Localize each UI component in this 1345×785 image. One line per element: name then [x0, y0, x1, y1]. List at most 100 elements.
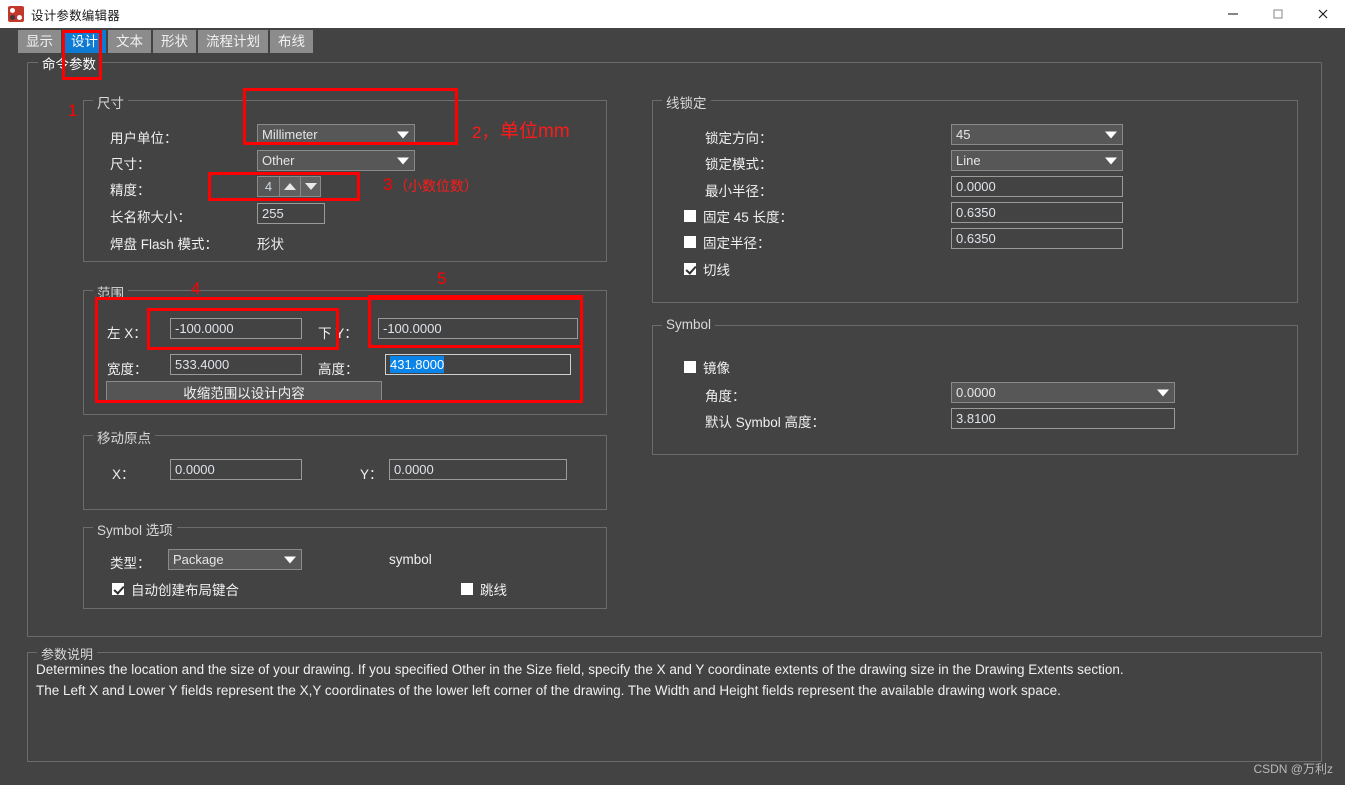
default-symbol-height-label: 默认 Symbol 高度：	[705, 415, 826, 430]
lock-mode-select[interactable]: Line	[951, 150, 1123, 171]
lower-y-label: 下 Y：	[318, 326, 358, 341]
tab-shape[interactable]: 形状	[153, 30, 196, 53]
tab-display[interactable]: 显示	[18, 30, 61, 53]
angle-select[interactable]: 0.0000	[951, 382, 1175, 403]
origin-y-input[interactable]: 0.0000	[389, 459, 567, 480]
pad-flash-mode-value: 形状	[257, 237, 284, 252]
checkbox-unchecked-icon	[461, 583, 473, 595]
size-select[interactable]: Other	[257, 150, 415, 171]
fixed-45-length-checkbox[interactable]: 固定 45 长度：	[684, 206, 793, 226]
symbol-options-legend: Symbol 选项	[93, 519, 177, 539]
size-group-legend: 尺寸	[93, 92, 128, 112]
description-line-2: The Left X and Lower Y fields represent …	[36, 683, 1061, 698]
maximize-button[interactable]	[1255, 0, 1300, 28]
angle-value: 0.0000	[956, 385, 996, 400]
size-label: 尺寸：	[110, 157, 151, 172]
line-lock-legend: 线锁定	[662, 92, 711, 112]
symbol-type-value: Package	[173, 552, 224, 567]
chevron-down-icon	[284, 556, 296, 563]
origin-x-label: X：	[112, 467, 135, 482]
title-bar: 设计参数编辑器	[0, 0, 1345, 28]
chevron-down-icon	[1157, 389, 1169, 396]
lock-direction-label: 锁定方向：	[705, 131, 773, 146]
user-unit-label: 用户单位：	[110, 131, 178, 146]
annotation-number-1: 1	[68, 101, 78, 120]
mirror-checkbox[interactable]: 镜像	[684, 357, 730, 377]
lock-mode-label: 锁定模式：	[705, 157, 773, 172]
annotation-text-2: 单位mm	[500, 121, 570, 142]
jumper-checkbox[interactable]: 跳线	[461, 579, 507, 599]
tab-flow-plan[interactable]: 流程计划	[198, 30, 268, 53]
accuracy-increase-button[interactable]	[279, 176, 300, 197]
accuracy-label: 精度：	[110, 183, 151, 198]
lower-y-input[interactable]: -100.0000	[378, 318, 578, 339]
annotation-number-2: 2，	[472, 123, 499, 142]
command-parameters-legend: 命令参数	[38, 53, 100, 73]
fixed-radius-input[interactable]: 0.6350	[951, 228, 1123, 249]
window-controls	[1210, 0, 1345, 28]
lock-direction-select[interactable]: 45	[951, 124, 1123, 145]
annotation-text-3: （小数位数）	[394, 178, 478, 194]
annotation-number-3: 3	[383, 175, 393, 194]
extents-group-legend: 范围	[93, 282, 128, 302]
accuracy-value[interactable]: 4	[257, 176, 279, 197]
symbol-static-text: symbol	[389, 552, 432, 567]
triangle-up-icon	[284, 183, 296, 190]
fixed-radius-checkbox[interactable]: 固定半径：	[684, 232, 771, 252]
accuracy-decrease-button[interactable]	[300, 176, 321, 197]
annotation-number-5: 5	[437, 269, 447, 288]
app-icon	[8, 6, 24, 22]
shrink-extents-button[interactable]: 收缩范围以设计内容	[106, 381, 382, 403]
annotation-number-4: 4	[191, 279, 201, 298]
accuracy-stepper[interactable]: 4	[257, 176, 321, 197]
pad-flash-mode-label: 焊盘 Flash 模式：	[110, 237, 219, 252]
fixed-45-length-label: 固定 45 长度：	[703, 210, 794, 225]
left-x-label: 左 X：	[107, 326, 147, 341]
tangent-checkbox[interactable]: 切线	[684, 259, 730, 279]
tab-design[interactable]: 设计	[63, 30, 106, 53]
width-label: 宽度：	[107, 362, 148, 377]
checkbox-unchecked-icon	[684, 361, 696, 373]
auto-create-keepin-checkbox[interactable]: 自动创建布局键合	[112, 579, 239, 599]
lock-mode-value: Line	[956, 153, 981, 168]
move-origin-legend: 移动原点	[93, 427, 155, 447]
minimize-button[interactable]	[1210, 0, 1255, 28]
left-x-input[interactable]: -100.0000	[170, 318, 302, 339]
fixed-45-length-input[interactable]: 0.6350	[951, 202, 1123, 223]
user-unit-select[interactable]: Millimeter	[257, 124, 415, 145]
triangle-down-icon	[304, 183, 317, 190]
mirror-label: 镜像	[703, 361, 730, 376]
checkbox-checked-icon	[684, 263, 696, 275]
symbol-type-label: 类型：	[110, 556, 151, 571]
chevron-down-icon	[397, 157, 409, 164]
symbol-type-select[interactable]: Package	[168, 549, 302, 570]
tab-routing[interactable]: 布线	[270, 30, 313, 53]
origin-x-input[interactable]: 0.0000	[170, 459, 302, 480]
long-name-size-input[interactable]: 255	[257, 203, 325, 224]
min-radius-label: 最小半径：	[705, 184, 773, 199]
checkbox-unchecked-icon	[684, 236, 696, 248]
long-name-size-label: 长名称大小：	[110, 210, 191, 225]
description-group: 参数说明 Determines the location and the siz…	[27, 644, 1322, 762]
min-radius-input[interactable]: 0.0000	[951, 176, 1123, 197]
window-title: 设计参数编辑器	[31, 8, 120, 23]
chevron-down-icon	[1105, 131, 1117, 138]
close-button[interactable]	[1300, 0, 1345, 28]
height-input[interactable]: 431.8000	[385, 354, 571, 375]
fixed-radius-label: 固定半径：	[703, 236, 771, 251]
width-input[interactable]: 533.4000	[170, 354, 302, 375]
auto-create-keepin-label: 自动创建布局键合	[131, 583, 239, 598]
watermark: CSDN @万利z	[1253, 762, 1333, 776]
size-value: Other	[262, 153, 295, 168]
lock-direction-value: 45	[956, 127, 971, 142]
origin-y-label: Y：	[360, 467, 383, 482]
checkbox-unchecked-icon	[684, 210, 696, 222]
checkbox-checked-icon	[112, 583, 124, 595]
chevron-down-icon	[1105, 157, 1117, 164]
angle-label: 角度：	[705, 389, 746, 404]
tab-text[interactable]: 文本	[108, 30, 151, 53]
user-unit-value: Millimeter	[262, 127, 318, 142]
jumper-label: 跳线	[480, 583, 507, 598]
height-input-selected-text: 431.8000	[390, 356, 445, 373]
default-symbol-height-input[interactable]: 3.8100	[951, 408, 1175, 429]
